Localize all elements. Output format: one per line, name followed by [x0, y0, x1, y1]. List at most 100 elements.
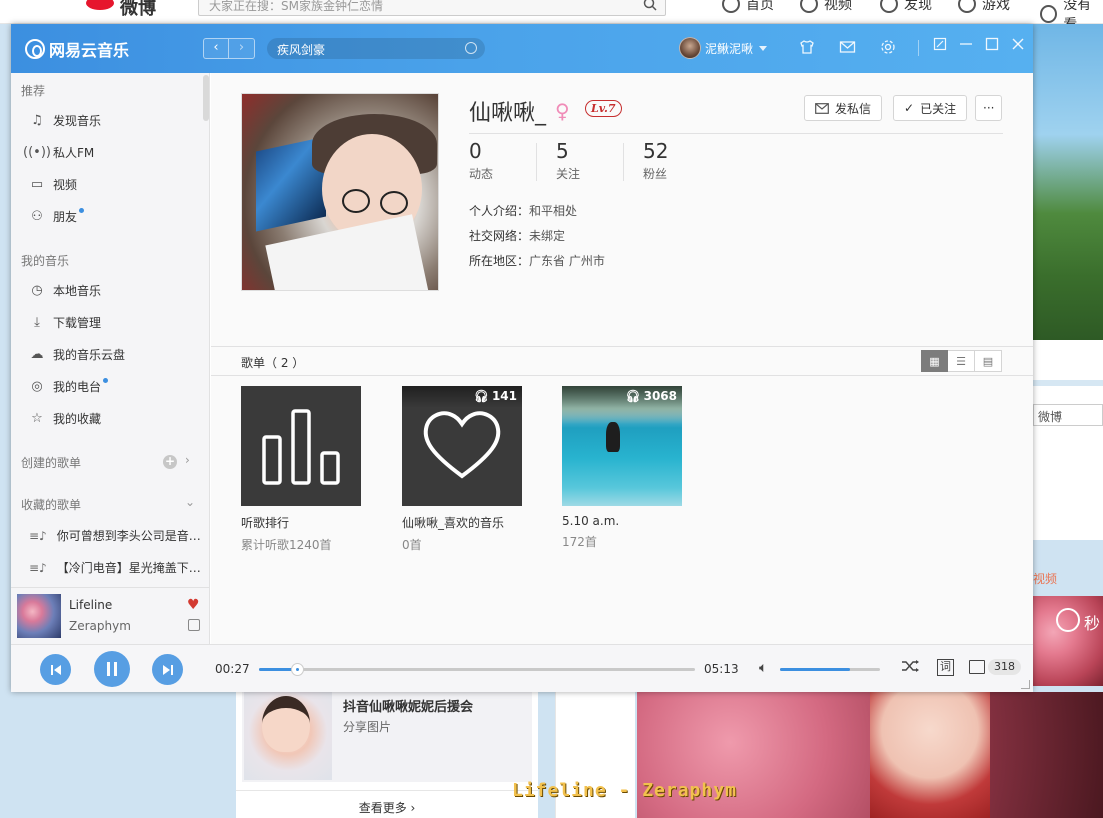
more-button[interactable]: ··· [975, 95, 1003, 121]
followed-label: 已关注 [920, 101, 957, 116]
progress-bar[interactable] [259, 663, 695, 676]
info-value: 未绑定 [529, 229, 566, 243]
playlist-name[interactable]: 5.10 a.m. [562, 514, 684, 528]
sidebar-playlist-item[interactable]: ≡♪ 你可曾想到李头公司是音… [29, 527, 201, 544]
title-bar[interactable]: 网易云音乐 ‹ › 疾风剑豪 泥鳅泥啾 [11, 24, 1033, 73]
sidebar-item-friends[interactable]: ⚇ 朋友 [29, 208, 90, 225]
search-input[interactable]: 疾风剑豪 [267, 38, 485, 59]
now-playing-title[interactable]: Lifeline [69, 598, 112, 612]
resize-grip-icon[interactable] [1021, 680, 1030, 689]
app-logo[interactable]: 网易云音乐 [25, 37, 129, 61]
weibo-nav-video[interactable]: 视频 [800, 0, 852, 14]
weibo-group-title[interactable]: 抖音仙啾啾妮妮后援会 [343, 696, 473, 715]
sidebar-item-discover-music[interactable]: ♫ 发现音乐 [29, 112, 101, 129]
sidebar-item-label: 我的音乐云盘 [53, 348, 126, 362]
add-playlist-icon[interactable]: + [163, 455, 177, 469]
stat-fans[interactable]: 52 粉丝 [643, 139, 668, 182]
close-icon[interactable] [1011, 37, 1025, 51]
back-button[interactable]: ‹ [203, 38, 229, 59]
followed-button[interactable]: ✓ 已关注 [893, 95, 968, 121]
grid-view-icon[interactable]: ▦ [921, 350, 948, 372]
sidebar-section-created[interactable]: 创建的歌单 [21, 454, 81, 471]
progress-knob[interactable] [290, 663, 304, 676]
nav-label: 游戏 [982, 0, 1010, 13]
search-icon[interactable] [643, 0, 657, 11]
weibo-post-input[interactable]: 微博 [1033, 404, 1103, 426]
search-icon[interactable] [465, 42, 477, 54]
chevron-down-icon[interactable]: ⌄ [185, 495, 195, 509]
next-button[interactable] [152, 654, 183, 685]
playlist-queue-count: 318 [988, 659, 1021, 675]
chevron-right-icon[interactable]: › [185, 453, 190, 467]
settings-icon[interactable] [880, 39, 896, 55]
play-circle-icon[interactable] [1056, 608, 1080, 632]
send-message-button[interactable]: 发私信 [804, 95, 883, 121]
now-playing-artist[interactable]: Zeraphym [69, 619, 131, 633]
user-menu[interactable]: 泥鳅泥啾 [679, 37, 768, 59]
volume-icon[interactable]: 🔈︎ [759, 660, 767, 676]
heart-icon[interactable]: ♥ [187, 597, 200, 613]
previous-button[interactable] [40, 654, 71, 685]
forward-button[interactable]: › [229, 38, 255, 59]
sidebar-scrollbar[interactable] [203, 75, 209, 121]
sidebar-item-my-collection[interactable]: ☆ 我的收藏 [29, 410, 101, 427]
share-icon[interactable] [188, 619, 200, 631]
mail-icon[interactable] [839, 39, 856, 55]
sidebar-playlist-item[interactable]: ≡♪ 【冷门电音】星光掩盖下… [29, 559, 201, 576]
lyrics-button[interactable]: 词 [937, 659, 954, 676]
weibo-video-link[interactable]: 视频 [1033, 570, 1057, 587]
weibo-see-more-link[interactable]: 查看更多 › [236, 790, 538, 818]
female-icon: ♀ [555, 99, 570, 123]
playlist-cover[interactable]: 🎧︎ 141 [402, 386, 522, 506]
minimize-icon[interactable] [959, 37, 973, 51]
playlist-cover[interactable] [241, 386, 361, 506]
weibo-nav-home[interactable]: 首页 [722, 0, 774, 14]
weibo-nav-game[interactable]: 游戏 [958, 0, 1010, 14]
weibo-search-input[interactable]: 大家正在搜：SM家族金钟仁恋情 [198, 0, 666, 16]
volume-slider[interactable] [780, 668, 880, 671]
playlist-cover[interactable]: 🎧︎ 3068 [562, 386, 682, 506]
playlist-button[interactable]: 318 [969, 659, 1021, 675]
weibo-logo-icon [86, 0, 114, 10]
stat-number: 0 [469, 139, 482, 163]
playlist-card-ranking[interactable]: 听歌排行 累计听歌1240首 [241, 386, 363, 553]
list-view-icon[interactable]: ☰ [948, 350, 975, 372]
maximize-icon[interactable] [985, 37, 999, 51]
now-playing-card[interactable]: Lifeline Zeraphym ♥ [11, 587, 210, 644]
weibo-logo-text[interactable]: 微博 [120, 0, 156, 20]
profile-info-social: 社交网络：未绑定 [469, 227, 565, 244]
profile-avatar[interactable] [241, 93, 439, 291]
play-count-badge: 🎧︎ 141 [474, 389, 517, 403]
home-icon [722, 0, 740, 13]
stat-follows[interactable]: 5 关注 [556, 139, 580, 182]
weibo-top-bar: 微博 大家正在搜：SM家族金钟仁恋情 首页 视频 发现 游戏 没有看 [0, 0, 1103, 33]
user-name[interactable]: 泥鳅泥啾 [705, 40, 753, 57]
sidebar-item-video[interactable]: ▭ 视频 [29, 176, 77, 193]
chevron-down-icon[interactable] [759, 45, 768, 51]
mini-mode-icon[interactable] [933, 37, 947, 51]
detail-view-icon[interactable]: ▤ [975, 350, 1002, 372]
stat-events[interactable]: 0 动态 [469, 139, 493, 182]
playlist-name[interactable]: 仙啾啾_喜欢的音乐 [402, 514, 524, 531]
sidebar-item-my-radio[interactable]: ◎ 我的电台 [29, 378, 114, 395]
sidebar-section-collected[interactable]: 收藏的歌单 [21, 496, 81, 513]
next-icon [162, 664, 173, 675]
user-icon [1040, 5, 1058, 23]
user-avatar[interactable] [679, 37, 701, 59]
sidebar-item-personal-fm[interactable]: ((•)) 私人FM [23, 144, 94, 161]
sidebar-item-local-music[interactable]: ◷ 本地音乐 [29, 282, 101, 299]
weibo-cover-photo [1032, 24, 1103, 340]
playlist-card-liked[interactable]: 🎧︎ 141 仙啾啾_喜欢的音乐 0首 [402, 386, 524, 553]
view-mode-switch: ▦ ☰ ▤ [921, 350, 1002, 372]
playlist-name[interactable]: 听歌排行 [241, 514, 363, 531]
playlist-card-510am[interactable]: 🎧︎ 3068 5.10 a.m. 172首 [562, 386, 684, 550]
sidebar-item-cloud-drive[interactable]: ☁ 我的音乐云盘 [29, 346, 126, 363]
weibo-nav-discover[interactable]: 发现 [880, 0, 932, 14]
ranking-bars-icon [262, 409, 340, 485]
skin-icon[interactable] [799, 39, 815, 55]
now-playing-cover[interactable] [17, 594, 61, 638]
level-badge[interactable]: Lv.7 [585, 100, 622, 117]
shuffle-icon[interactable] [901, 659, 919, 677]
pause-button[interactable] [94, 651, 130, 687]
sidebar-item-downloads[interactable]: ⤓ 下载管理 [29, 314, 101, 331]
